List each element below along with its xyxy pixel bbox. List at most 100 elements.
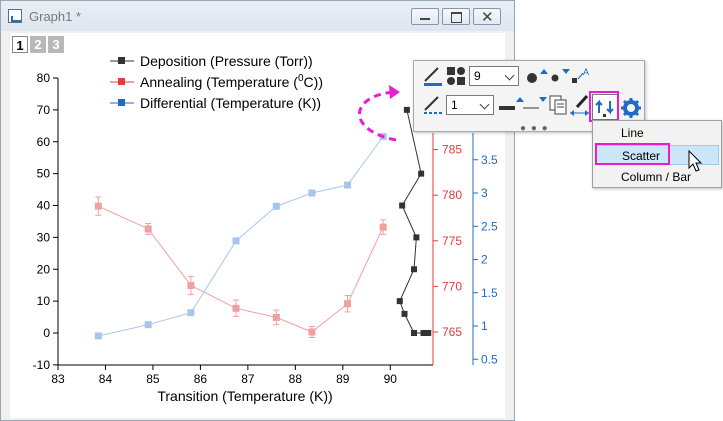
increase-line-width-icon[interactable] bbox=[498, 93, 524, 117]
line-width-select[interactable]: 1 bbox=[446, 95, 494, 115]
y-blue-tick-label: 2.5 bbox=[481, 219, 498, 233]
line-width-value: 1 bbox=[451, 98, 458, 112]
symbol-size-select[interactable]: 9 bbox=[469, 66, 519, 86]
legend[interactable]: Deposition (Pressure (Torr)) Annealing (… bbox=[110, 53, 323, 111]
deposition-point[interactable] bbox=[425, 330, 432, 336]
svg-text:A: A bbox=[583, 67, 589, 77]
toolbar-grip-icon[interactable]: ● ● ● bbox=[520, 123, 549, 134]
deposition-point[interactable] bbox=[396, 298, 403, 305]
y-blue-tick-label: 0.5 bbox=[481, 352, 498, 366]
maximize-icon bbox=[451, 12, 462, 23]
legend-marker-deposition bbox=[118, 57, 125, 64]
y-blue-tick-label: 3 bbox=[481, 186, 488, 200]
symbol-size-value: 9 bbox=[474, 69, 481, 83]
symbol-label-icon[interactable]: A bbox=[570, 65, 594, 87]
differential-point[interactable] bbox=[187, 309, 195, 317]
deposition-point[interactable] bbox=[401, 310, 408, 317]
legend-annealing-main: Annealing (Temperature ( bbox=[140, 74, 298, 90]
y-red-tick-label: 770 bbox=[442, 279, 462, 293]
window-titlebar[interactable]: Graph1 * ✕ bbox=[1, 1, 514, 31]
y-left-tick-label: 10 bbox=[37, 294, 51, 308]
y-left-tick-label: 60 bbox=[37, 135, 51, 149]
annealing-point[interactable] bbox=[272, 313, 280, 321]
legend-annealing-tail: C)) bbox=[304, 74, 323, 90]
y-blue-tick-label: 1 bbox=[481, 319, 488, 333]
symbol-shape-icon[interactable] bbox=[446, 65, 468, 87]
annealing-point[interactable] bbox=[344, 300, 352, 308]
deposition-series-line bbox=[399, 109, 429, 334]
y-left-tick-label: 70 bbox=[37, 103, 51, 117]
decrease-symbol-size-icon[interactable] bbox=[548, 65, 572, 87]
increase-symbol-size-icon[interactable] bbox=[524, 65, 548, 87]
plot-type-highlight bbox=[589, 91, 619, 122]
annealing-series-line bbox=[98, 205, 384, 333]
x-tick-label: 89 bbox=[336, 372, 350, 386]
line-style-icon[interactable] bbox=[422, 93, 444, 117]
chevron-down-icon bbox=[504, 70, 515, 81]
y-left-tick-label: 40 bbox=[37, 199, 51, 213]
annealing-point[interactable] bbox=[144, 225, 152, 233]
x-tick-label: 86 bbox=[194, 372, 208, 386]
legend-label-deposition: Deposition (Pressure (Torr)) bbox=[140, 53, 313, 69]
minimize-icon bbox=[420, 18, 430, 20]
minimize-button[interactable] bbox=[411, 8, 439, 25]
y-blue-tick-label: 3.5 bbox=[481, 153, 498, 167]
close-button[interactable]: ✕ bbox=[473, 8, 501, 26]
differential-point[interactable] bbox=[379, 132, 387, 140]
x-tick-label: 88 bbox=[289, 372, 303, 386]
y-left-tick-label: 80 bbox=[37, 71, 51, 85]
y-left-tick-label: 0 bbox=[43, 326, 50, 340]
line-color-icon[interactable] bbox=[422, 65, 444, 87]
differential-point[interactable] bbox=[94, 332, 102, 340]
legend-label-annealing: Annealing (Temperature (0C)) bbox=[140, 73, 323, 90]
gear-icon[interactable] bbox=[620, 97, 642, 119]
mouse-cursor-icon bbox=[688, 150, 703, 172]
y-left-tick-label: -10 bbox=[33, 358, 51, 372]
y-red-tick-label: 785 bbox=[442, 143, 462, 157]
differential-point[interactable] bbox=[272, 202, 280, 210]
close-icon: ✕ bbox=[481, 9, 494, 26]
y-blue-tick-label: 2 bbox=[481, 253, 488, 267]
x-tick-label: 85 bbox=[146, 372, 160, 386]
y-red-tick-label: 780 bbox=[442, 188, 462, 202]
deposition-point[interactable] bbox=[403, 106, 410, 113]
copy-format-icon[interactable] bbox=[547, 93, 569, 117]
y-blue-tick-label: 1.5 bbox=[481, 286, 498, 300]
decrease-line-width-icon[interactable] bbox=[522, 93, 548, 117]
annealing-point[interactable] bbox=[379, 223, 387, 231]
annealing-point[interactable] bbox=[94, 202, 102, 210]
menu-item-line[interactable]: Line bbox=[595, 123, 719, 143]
y-left-tick-label: 20 bbox=[37, 262, 51, 276]
deposition-point[interactable] bbox=[413, 234, 420, 241]
annealing-point[interactable] bbox=[232, 304, 240, 312]
deposition-point[interactable] bbox=[411, 330, 418, 336]
x-tick-label: 84 bbox=[99, 372, 113, 386]
y-red-tick-label: 775 bbox=[442, 234, 462, 248]
scatter-highlight bbox=[595, 143, 670, 165]
differential-point[interactable] bbox=[308, 189, 316, 197]
deposition-point[interactable] bbox=[418, 170, 425, 177]
legend-marker-differential bbox=[118, 99, 125, 106]
y-left-tick-label: 50 bbox=[37, 167, 51, 181]
y-red-tick-label: 765 bbox=[442, 325, 462, 339]
graph-window-icon bbox=[8, 9, 22, 23]
maximize-button[interactable] bbox=[442, 8, 470, 25]
legend-label-differential: Differential (Temperature (K)) bbox=[140, 95, 321, 111]
differential-point[interactable] bbox=[344, 181, 352, 189]
annealing-point[interactable] bbox=[308, 328, 316, 336]
y-left-tick-label: 30 bbox=[37, 230, 51, 244]
annealing-point[interactable] bbox=[187, 281, 195, 289]
differential-point[interactable] bbox=[232, 237, 240, 245]
gap-width-icon[interactable] bbox=[569, 93, 591, 117]
differential-point[interactable] bbox=[144, 321, 152, 329]
deposition-point[interactable] bbox=[399, 202, 406, 209]
x-axis-title: Transition (Temperature (K)) bbox=[157, 388, 332, 404]
x-tick-label: 83 bbox=[51, 372, 65, 386]
differential-series-line bbox=[98, 136, 384, 337]
window-title: Graph1 * bbox=[29, 9, 82, 24]
chevron-down-icon bbox=[479, 99, 490, 110]
x-tick-label: 90 bbox=[384, 372, 398, 386]
legend-marker-annealing bbox=[118, 78, 125, 85]
deposition-point[interactable] bbox=[411, 266, 418, 273]
x-tick-label: 87 bbox=[241, 372, 255, 386]
